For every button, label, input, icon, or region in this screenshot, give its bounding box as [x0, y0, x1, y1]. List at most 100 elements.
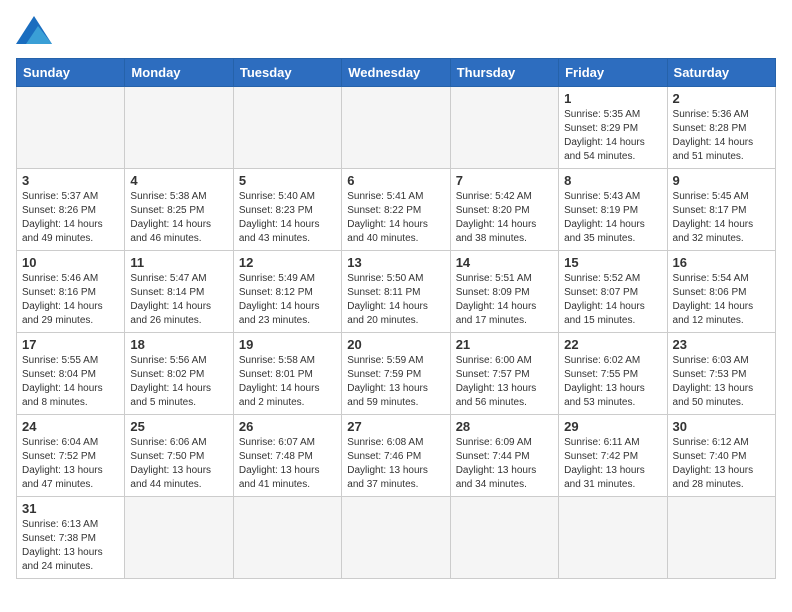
day-number: 3 — [22, 173, 119, 188]
day-number: 11 — [130, 255, 227, 270]
day-info: Sunrise: 5:47 AM Sunset: 8:14 PM Dayligh… — [130, 272, 227, 328]
day-info: Sunrise: 5:45 AM Sunset: 8:17 PM Dayligh… — [673, 190, 770, 246]
day-info: Sunrise: 6:06 AM Sunset: 7:50 PM Dayligh… — [130, 436, 227, 492]
day-number: 2 — [673, 91, 770, 106]
calendar-cell: 10 Sunrise: 5:46 AM Sunset: 8:16 PM Dayli… — [17, 251, 125, 333]
day-info: Sunrise: 6:07 AM Sunset: 7:48 PM Dayligh… — [239, 436, 336, 492]
day-info: Sunrise: 6:09 AM Sunset: 7:44 PM Dayligh… — [456, 436, 553, 492]
calendar-cell — [667, 497, 775, 579]
calendar-cell: 30Sunrise: 6:12 AM Sunset: 7:40 PM Dayli… — [667, 415, 775, 497]
day-number: 19 — [239, 337, 336, 352]
calendar-cell: 1 Sunrise: 5:35 AM Sunset: 8:29 PM Daylig… — [559, 87, 667, 169]
day-info: Sunrise: 5:37 AM Sunset: 8:26 PM Dayligh… — [22, 190, 119, 246]
calendar-cell: 3 Sunrise: 5:37 AM Sunset: 8:26 PM Daylig… — [17, 169, 125, 251]
day-info: Sunrise: 5:59 AM Sunset: 7:59 PM Dayligh… — [347, 354, 444, 410]
calendar-cell: 20 Sunrise: 5:59 AM Sunset: 7:59 PM Dayli… — [342, 333, 450, 415]
day-of-week-header: Wednesday — [342, 59, 450, 87]
calendar-cell — [125, 87, 233, 169]
day-number: 31 — [22, 501, 119, 516]
calendar-cell: 5 Sunrise: 5:40 AM Sunset: 8:23 PM Daylig… — [233, 169, 341, 251]
day-number: 28 — [456, 419, 553, 434]
day-of-week-header: Friday — [559, 59, 667, 87]
calendar-cell — [233, 497, 341, 579]
calendar-week-row: 31 Sunrise: 6:13 AM Sunset: 7:38 PM Dayli… — [17, 497, 776, 579]
calendar-cell: 13Sunrise: 5:50 AM Sunset: 8:11 PM Dayli… — [342, 251, 450, 333]
calendar-cell: 24 Sunrise: 6:04 AM Sunset: 7:52 PM Dayli… — [17, 415, 125, 497]
day-number: 4 — [130, 173, 227, 188]
page-header — [16, 16, 776, 46]
calendar-cell — [125, 497, 233, 579]
day-info: Sunrise: 5:36 AM Sunset: 8:28 PM Dayligh… — [673, 108, 770, 164]
logo-icon — [16, 16, 52, 46]
day-info: Sunrise: 5:58 AM Sunset: 8:01 PM Dayligh… — [239, 354, 336, 410]
calendar-cell: 2 Sunrise: 5:36 AM Sunset: 8:28 PM Daylig… — [667, 87, 775, 169]
calendar-week-row: 17Sunrise: 5:55 AM Sunset: 8:04 PM Dayli… — [17, 333, 776, 415]
day-number: 15 — [564, 255, 661, 270]
logo — [16, 16, 56, 46]
day-number: 5 — [239, 173, 336, 188]
day-info: Sunrise: 5:56 AM Sunset: 8:02 PM Dayligh… — [130, 354, 227, 410]
day-info: Sunrise: 6:12 AM Sunset: 7:40 PM Dayligh… — [673, 436, 770, 492]
day-info: Sunrise: 6:04 AM Sunset: 7:52 PM Dayligh… — [22, 436, 119, 492]
day-info: Sunrise: 6:08 AM Sunset: 7:46 PM Dayligh… — [347, 436, 444, 492]
day-number: 16 — [673, 255, 770, 270]
day-number: 10 — [22, 255, 119, 270]
calendar-week-row: 24 Sunrise: 6:04 AM Sunset: 7:52 PM Dayli… — [17, 415, 776, 497]
calendar-cell: 28 Sunrise: 6:09 AM Sunset: 7:44 PM Dayli… — [450, 415, 558, 497]
day-number: 7 — [456, 173, 553, 188]
day-number: 24 — [22, 419, 119, 434]
calendar-cell: 26 Sunrise: 6:07 AM Sunset: 7:48 PM Dayli… — [233, 415, 341, 497]
calendar-week-row: 1 Sunrise: 5:35 AM Sunset: 8:29 PM Daylig… — [17, 87, 776, 169]
day-number: 23 — [673, 337, 770, 352]
calendar-cell: 11 Sunrise: 5:47 AM Sunset: 8:14 PM Dayli… — [125, 251, 233, 333]
calendar-cell: 31 Sunrise: 6:13 AM Sunset: 7:38 PM Dayli… — [17, 497, 125, 579]
calendar-cell — [17, 87, 125, 169]
day-info: Sunrise: 5:38 AM Sunset: 8:25 PM Dayligh… — [130, 190, 227, 246]
day-info: Sunrise: 5:40 AM Sunset: 8:23 PM Dayligh… — [239, 190, 336, 246]
day-info: Sunrise: 6:13 AM Sunset: 7:38 PM Dayligh… — [22, 518, 119, 574]
calendar-cell — [450, 497, 558, 579]
day-number: 14 — [456, 255, 553, 270]
calendar-cell: 22Sunrise: 6:02 AM Sunset: 7:55 PM Dayli… — [559, 333, 667, 415]
calendar-cell: 18Sunrise: 5:56 AM Sunset: 8:02 PM Dayli… — [125, 333, 233, 415]
day-info: Sunrise: 5:50 AM Sunset: 8:11 PM Dayligh… — [347, 272, 444, 328]
day-number: 6 — [347, 173, 444, 188]
day-info: Sunrise: 5:51 AM Sunset: 8:09 PM Dayligh… — [456, 272, 553, 328]
calendar-cell: 8Sunrise: 5:43 AM Sunset: 8:19 PM Daylig… — [559, 169, 667, 251]
day-number: 27 — [347, 419, 444, 434]
calendar-cell: 19 Sunrise: 5:58 AM Sunset: 8:01 PM Dayli… — [233, 333, 341, 415]
day-number: 26 — [239, 419, 336, 434]
calendar-cell: 4 Sunrise: 5:38 AM Sunset: 8:25 PM Daylig… — [125, 169, 233, 251]
calendar-table: SundayMondayTuesdayWednesdayThursdayFrid… — [16, 58, 776, 579]
calendar-cell — [559, 497, 667, 579]
day-of-week-header: Monday — [125, 59, 233, 87]
calendar-cell: 29Sunrise: 6:11 AM Sunset: 7:42 PM Dayli… — [559, 415, 667, 497]
calendar-cell: 25 Sunrise: 6:06 AM Sunset: 7:50 PM Dayli… — [125, 415, 233, 497]
calendar-cell: 14 Sunrise: 5:51 AM Sunset: 8:09 PM Dayli… — [450, 251, 558, 333]
calendar-cell — [233, 87, 341, 169]
day-number: 20 — [347, 337, 444, 352]
day-of-week-header: Sunday — [17, 59, 125, 87]
calendar-cell: 17Sunrise: 5:55 AM Sunset: 8:04 PM Dayli… — [17, 333, 125, 415]
calendar-cell — [450, 87, 558, 169]
day-number: 22 — [564, 337, 661, 352]
day-of-week-header: Tuesday — [233, 59, 341, 87]
day-info: Sunrise: 5:46 AM Sunset: 8:16 PM Dayligh… — [22, 272, 119, 328]
day-number: 12 — [239, 255, 336, 270]
calendar-cell: 6Sunrise: 5:41 AM Sunset: 8:22 PM Daylig… — [342, 169, 450, 251]
calendar-cell: 23 Sunrise: 6:03 AM Sunset: 7:53 PM Dayli… — [667, 333, 775, 415]
day-info: Sunrise: 5:42 AM Sunset: 8:20 PM Dayligh… — [456, 190, 553, 246]
day-info: Sunrise: 5:52 AM Sunset: 8:07 PM Dayligh… — [564, 272, 661, 328]
day-info: Sunrise: 5:35 AM Sunset: 8:29 PM Dayligh… — [564, 108, 661, 164]
day-number: 17 — [22, 337, 119, 352]
day-number: 21 — [456, 337, 553, 352]
day-number: 8 — [564, 173, 661, 188]
day-info: Sunrise: 5:54 AM Sunset: 8:06 PM Dayligh… — [673, 272, 770, 328]
calendar-cell — [342, 87, 450, 169]
calendar-week-row: 10 Sunrise: 5:46 AM Sunset: 8:16 PM Dayli… — [17, 251, 776, 333]
calendar-cell: 21Sunrise: 6:00 AM Sunset: 7:57 PM Dayli… — [450, 333, 558, 415]
day-info: Sunrise: 6:03 AM Sunset: 7:53 PM Dayligh… — [673, 354, 770, 410]
day-number: 9 — [673, 173, 770, 188]
day-number: 25 — [130, 419, 227, 434]
day-number: 1 — [564, 91, 661, 106]
